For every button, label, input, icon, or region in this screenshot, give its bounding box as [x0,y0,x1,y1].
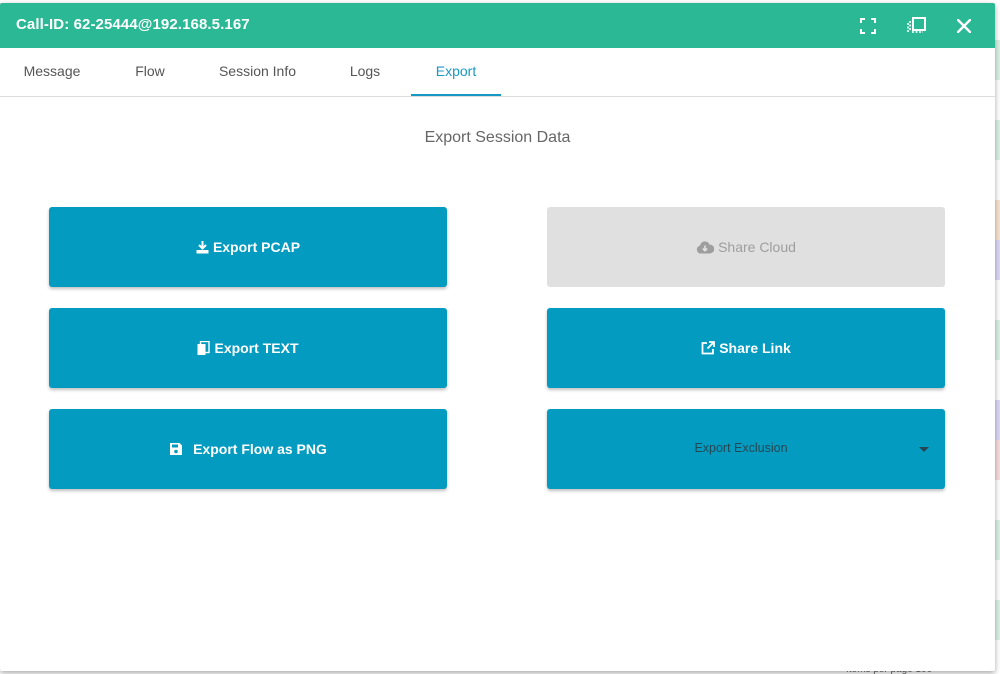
export-pcap-button[interactable]: Export PCAP [49,207,447,287]
close-button[interactable] [949,11,979,41]
share-cloud-button[interactable]: Share Cloud [547,207,945,287]
session-dialog: Call-ID: 62-25444@192.168.5.167 Message … [0,3,995,671]
section-title: Export Session Data [424,129,571,146]
export-flow-png-label: Export Flow as PNG [193,441,327,457]
close-icon [957,19,971,33]
window-restore-icon [906,17,926,35]
caret-down-icon [919,447,929,452]
export-text-label: Export TEXT [214,340,299,356]
cloud-download-icon [696,240,715,254]
tab-bar: Message Flow Session Info Logs Export [0,48,995,97]
fullscreen-button[interactable] [853,11,883,41]
tab-message[interactable]: Message [10,48,94,96]
floppy-disk-icon [169,442,183,456]
export-text-button[interactable]: Export TEXT [49,308,447,388]
export-exclusion-label: Export Exclusion [694,441,788,455]
export-flow-png-button[interactable]: Export Flow as PNG [49,409,447,489]
fullscreen-icon [860,18,876,34]
copy-icon [197,340,211,356]
dialog-title: Call-ID: 62-25444@192.168.5.167 [16,16,250,33]
share-link-label: Share Link [719,340,791,356]
restore-button[interactable] [901,11,931,41]
tab-logs[interactable]: Logs [325,48,405,96]
tab-flow[interactable]: Flow [110,48,190,96]
dialog-title-bar: Call-ID: 62-25444@192.168.5.167 [0,3,995,48]
export-exclusion-select[interactable]: Export Exclusion [547,409,945,489]
external-link-icon [701,341,716,355]
download-icon [196,240,209,254]
share-link-button[interactable]: Share Link [547,308,945,388]
tab-export[interactable]: Export [411,48,501,96]
share-cloud-label: Share Cloud [718,239,796,255]
tab-session-info[interactable]: Session Info [205,48,310,96]
export-pcap-label: Export PCAP [212,239,301,255]
